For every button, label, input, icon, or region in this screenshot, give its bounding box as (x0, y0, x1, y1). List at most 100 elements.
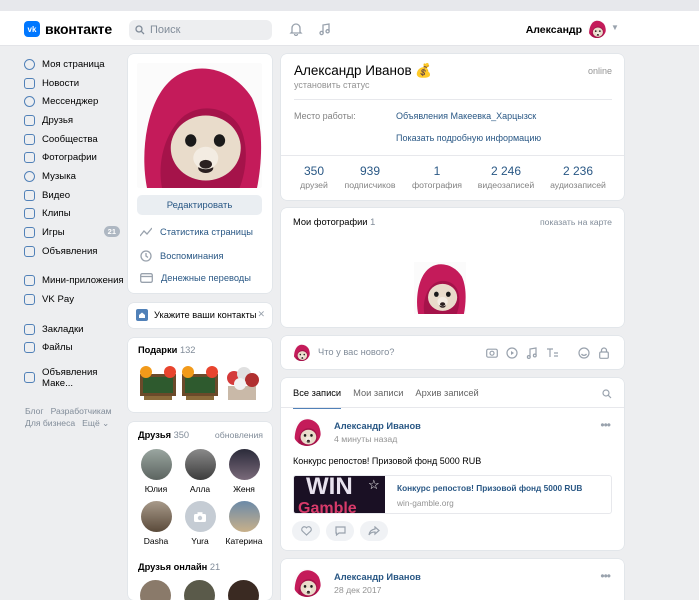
header-avatar[interactable] (588, 20, 606, 38)
search-icon[interactable] (602, 389, 612, 399)
counter-photos[interactable]: 1 фотография (404, 164, 470, 190)
post-author-name[interactable]: Александр Иванов (334, 421, 421, 431)
sidebar-item[interactable]: Закладки (24, 320, 124, 339)
online-friend-avatar[interactable] (140, 580, 171, 600)
gift-3[interactable] (222, 364, 262, 405)
friend-item[interactable]: Катерина (223, 501, 265, 546)
text-format-icon[interactable] (546, 347, 559, 359)
music-icon[interactable] (316, 20, 334, 38)
sidebar-item-label: Мессенджер (42, 96, 99, 108)
tab-my-posts[interactable]: Мои записи (353, 388, 403, 409)
post-author-avatar[interactable] (293, 418, 321, 446)
link-preview[interactable]: WIN Gamble ☆ Конкурс репостов! Призовой … (293, 475, 612, 514)
footer-link-more[interactable]: Ещё ⌄ (82, 418, 109, 428)
post-time[interactable]: 28 дек 2017 (334, 585, 421, 595)
stats-link[interactable]: Статистика страницы (140, 227, 253, 237)
close-icon[interactable]: ✕ (257, 309, 265, 320)
photos-title[interactable]: Мои фотографии 1 (293, 217, 375, 227)
video-icon[interactable] (506, 347, 518, 359)
sidebar-item-label: Музыка (42, 170, 76, 182)
online-friend-avatar[interactable] (184, 580, 215, 600)
games-icon (24, 227, 35, 239)
counter-audios[interactable]: 2 236 аудиозаписей (545, 164, 611, 190)
camera-icon[interactable] (486, 347, 498, 358)
footer-link-blog[interactable]: Блог (25, 406, 44, 416)
friend-item[interactable]: Алла (179, 449, 221, 494)
like-button[interactable] (292, 521, 320, 541)
tab-archive[interactable]: Архив записей (415, 388, 478, 409)
nav-footer: Блог Разработчикам Для бизнеса Ещё ⌄ (25, 405, 125, 429)
bookmark-icon (24, 323, 35, 335)
money-transfer-link[interactable]: Денежные переводы (140, 273, 251, 283)
search-icon (135, 25, 145, 35)
memories-link[interactable]: Воспоминания (140, 250, 223, 262)
friend-item[interactable]: Женя (223, 449, 265, 494)
sidebar-item[interactable]: Друзья (24, 111, 124, 130)
sidebar-item[interactable]: Мессенджер (24, 92, 124, 111)
post-author-avatar[interactable] (293, 569, 321, 597)
work-value[interactable]: Объявления Макеевка_Харцызск (396, 111, 536, 121)
nav-badge: 21 (103, 226, 120, 238)
friends-online-title[interactable]: Друзья онлайн 21 (138, 562, 220, 572)
sidebar-item[interactable]: Новости (24, 74, 124, 93)
post-composer[interactable]: Что у вас нового? (281, 336, 624, 369)
footer-link-dev[interactable]: Разработчикам (51, 406, 112, 416)
header-user-name[interactable]: Александр (526, 24, 582, 36)
more-icon[interactable]: ••• (600, 569, 611, 583)
profile-name: Александр Иванов 💰 (294, 63, 433, 78)
sidebar-item[interactable]: Объявления Маке... (24, 366, 124, 389)
set-status-link[interactable]: установить статус (294, 80, 369, 90)
sidebar-item[interactable]: VK Pay (24, 290, 124, 309)
music-icon[interactable] (526, 347, 538, 359)
friends-updates-link[interactable]: обновления (215, 430, 263, 440)
bell-icon[interactable] (287, 20, 305, 38)
sidebar-item-label: Фотографии (42, 152, 97, 164)
edit-profile-button[interactable]: Редактировать (137, 195, 262, 215)
sidebar-item[interactable]: Клипы (24, 205, 124, 224)
friend-item[interactable]: Yura (179, 501, 221, 546)
money-icon (140, 273, 153, 283)
gifts-block[interactable]: Подарки 132 (128, 338, 272, 412)
more-icon[interactable]: ••• (600, 418, 611, 432)
share-button[interactable] (360, 521, 388, 541)
footer-link-business[interactable]: Для бизнеса (25, 418, 75, 428)
lock-icon[interactable] (599, 347, 609, 359)
search-input[interactable]: Поиск (129, 20, 272, 40)
online-friend-avatar[interactable] (228, 580, 259, 600)
sidebar-item[interactable]: Файлы (24, 339, 124, 358)
friend-item[interactable]: Dasha (135, 501, 177, 546)
profile-photo[interactable] (137, 63, 262, 188)
gift-2[interactable] (180, 364, 220, 405)
clips-icon (24, 208, 35, 220)
sidebar-item[interactable]: Видео (24, 186, 124, 205)
sidebar-item-label: Игры (42, 227, 65, 239)
link-preview-title: Конкурс репостов! Призовой фонд 5000 RUB (397, 483, 583, 493)
sidebar-item[interactable]: Фотографии (24, 148, 124, 167)
sidebar-item[interactable]: Музыка (24, 167, 124, 186)
chevron-down-icon[interactable]: ▼ (611, 23, 619, 32)
emoji-icon[interactable] (578, 347, 590, 359)
friends-title[interactable]: Друзья 350 (138, 430, 189, 440)
sidebar-item[interactable]: Объявления (24, 242, 124, 261)
sidebar-item[interactable]: Игры 21 (24, 223, 124, 242)
counter-videos[interactable]: 2 246 видеозаписей (473, 164, 539, 190)
heart-icon (300, 526, 312, 536)
tab-all-posts[interactable]: Все записи (293, 388, 342, 409)
gift-1[interactable] (138, 364, 178, 405)
sidebar-item[interactable]: Сообщества (24, 130, 124, 149)
post-time[interactable]: 4 минуты назад (334, 434, 421, 444)
vk-logo[interactable]: vk вконтакте (24, 21, 112, 37)
sidebar-item-label: Объявления Маке... (42, 366, 98, 389)
contacts-prompt[interactable]: Укажите ваши контакты ✕ (128, 303, 272, 328)
post-author-name[interactable]: Александр Иванов (334, 572, 421, 582)
sidebar-item[interactable]: Мини-приложения (24, 272, 124, 291)
friend-item[interactable]: Юлия (135, 449, 177, 494)
wall-block: Все записи Мои записи Архив записей Алек… (281, 378, 624, 550)
sidebar-item-label: Моя страница (42, 58, 105, 70)
show-on-map-link[interactable]: показать на карте (540, 217, 612, 227)
counter-followers[interactable]: 939 подписчиков (337, 164, 403, 190)
photo-thumbnail[interactable] (414, 262, 466, 314)
show-more-info-link[interactable]: Показать подробную информацию (396, 133, 541, 143)
comment-button[interactable] (326, 521, 354, 541)
sidebar-item[interactable]: Моя страница (24, 55, 124, 74)
